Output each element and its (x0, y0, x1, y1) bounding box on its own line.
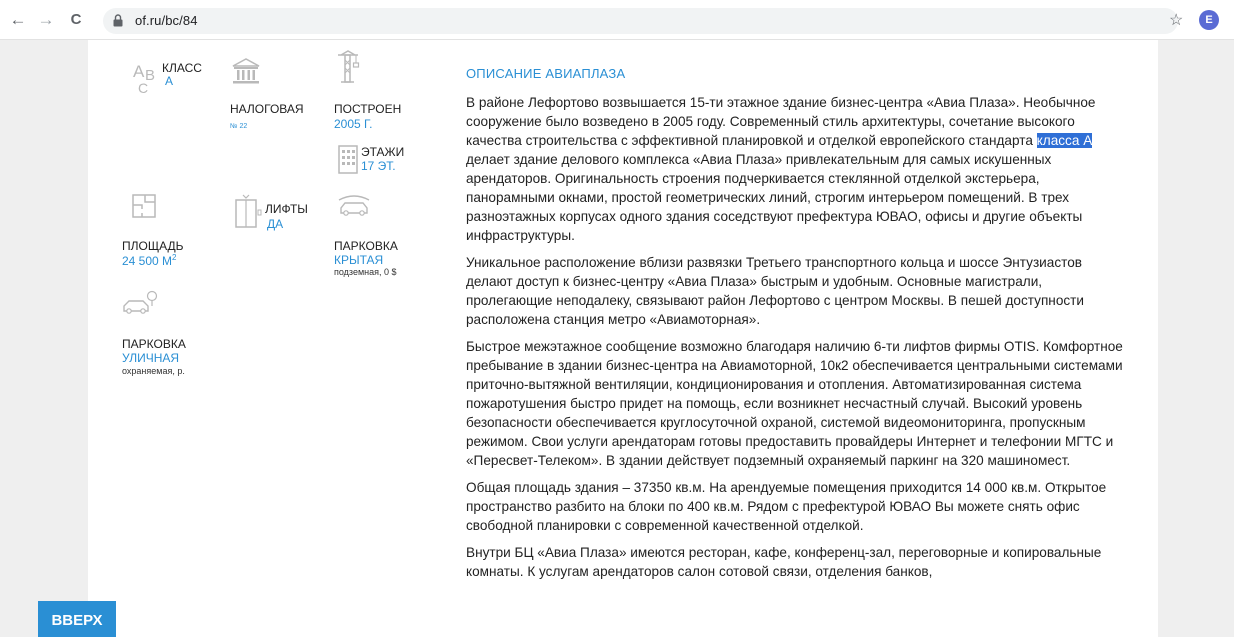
parking-covered-note: подземная, 0 $ (334, 267, 397, 277)
lifts-label: ЛИФТЫ (265, 202, 308, 216)
back-arrow-icon[interactable]: ← (8, 10, 28, 30)
browser-toolbar: ← → C of.ru/bc/84 ☆ E (0, 0, 1234, 40)
area-unit-sup: 2 (172, 253, 177, 262)
parking-street-note: охраняемая, р. (122, 366, 185, 376)
bank-building-icon (232, 58, 260, 84)
lock-icon (113, 14, 123, 27)
url-text[interactable]: of.ru/bc/84 (135, 13, 198, 28)
built-value: 2005 Г. (334, 117, 373, 131)
parking-street-label: ПАРКОВКА (122, 337, 186, 351)
class-value: А (165, 74, 174, 88)
built-label: ПОСТРОЕН (334, 102, 402, 116)
description-paragraph-5: Внутри БЦ «Авиа Плаза» имеются ресторан,… (466, 545, 1102, 579)
description-paragraph-2: Уникальное расположение вблизи развязки … (466, 255, 1084, 327)
tax-number[interactable]: № 22 (230, 123, 247, 130)
floors-icon (338, 145, 358, 174)
tax-label: НАЛОГОВАЯ (230, 102, 304, 116)
parking-covered-label: ПАРКОВКА (334, 239, 398, 253)
floors-value: 17 ЭТ. (361, 159, 396, 173)
parking-covered-value: КРЫТАЯ (334, 253, 384, 267)
reload-icon[interactable]: C (66, 10, 86, 30)
forward-arrow-icon[interactable]: → (36, 10, 56, 30)
paragraph-1-text-end: делает здание делового комплекса «Авиа П… (466, 152, 1083, 243)
area-value: 24 500 М2 (122, 253, 177, 268)
description-title: ОПИСАНИЕ АВИАПЛАЗА (466, 66, 626, 81)
selected-text[interactable]: класса А (1036, 133, 1093, 148)
class-label: КЛАСС (162, 61, 202, 75)
area-label: ПЛОЩАДЬ (122, 239, 184, 253)
crane-icon (338, 50, 360, 83)
description-paragraph-4: Общая площадь здания – 37350 кв.м. На ар… (466, 480, 1107, 533)
profile-avatar[interactable]: E (1199, 10, 1219, 30)
class-letter-a: A (133, 62, 145, 81)
lifts-value: ДА (267, 217, 284, 231)
floor-plan-icon (132, 194, 156, 218)
elevator-icon (235, 194, 262, 228)
car-icon (338, 195, 370, 216)
description-text: В районе Лефортово возвышается 15-ти эта… (466, 93, 1126, 589)
address-bar[interactable]: of.ru/bc/84 (103, 8, 1178, 34)
area-number: 24 500 М (122, 254, 173, 268)
floors-label: ЭТАЖИ (361, 145, 405, 159)
description-paragraph-1: В районе Лефортово возвышается 15-ти эта… (466, 93, 1126, 245)
star-icon[interactable]: ☆ (1169, 10, 1183, 30)
parking-street-value: УЛИЧНАЯ (122, 351, 180, 365)
parking-car-icon (123, 290, 158, 314)
scroll-up-button[interactable]: ВВЕРХ (38, 601, 116, 637)
paragraph-1-text: В районе Лефортово возвышается 15-ти эта… (466, 95, 1096, 148)
description-paragraph-3: Быстрое межэтажное сообщение возможно бл… (466, 339, 1123, 468)
class-letter-c: C (138, 80, 149, 96)
